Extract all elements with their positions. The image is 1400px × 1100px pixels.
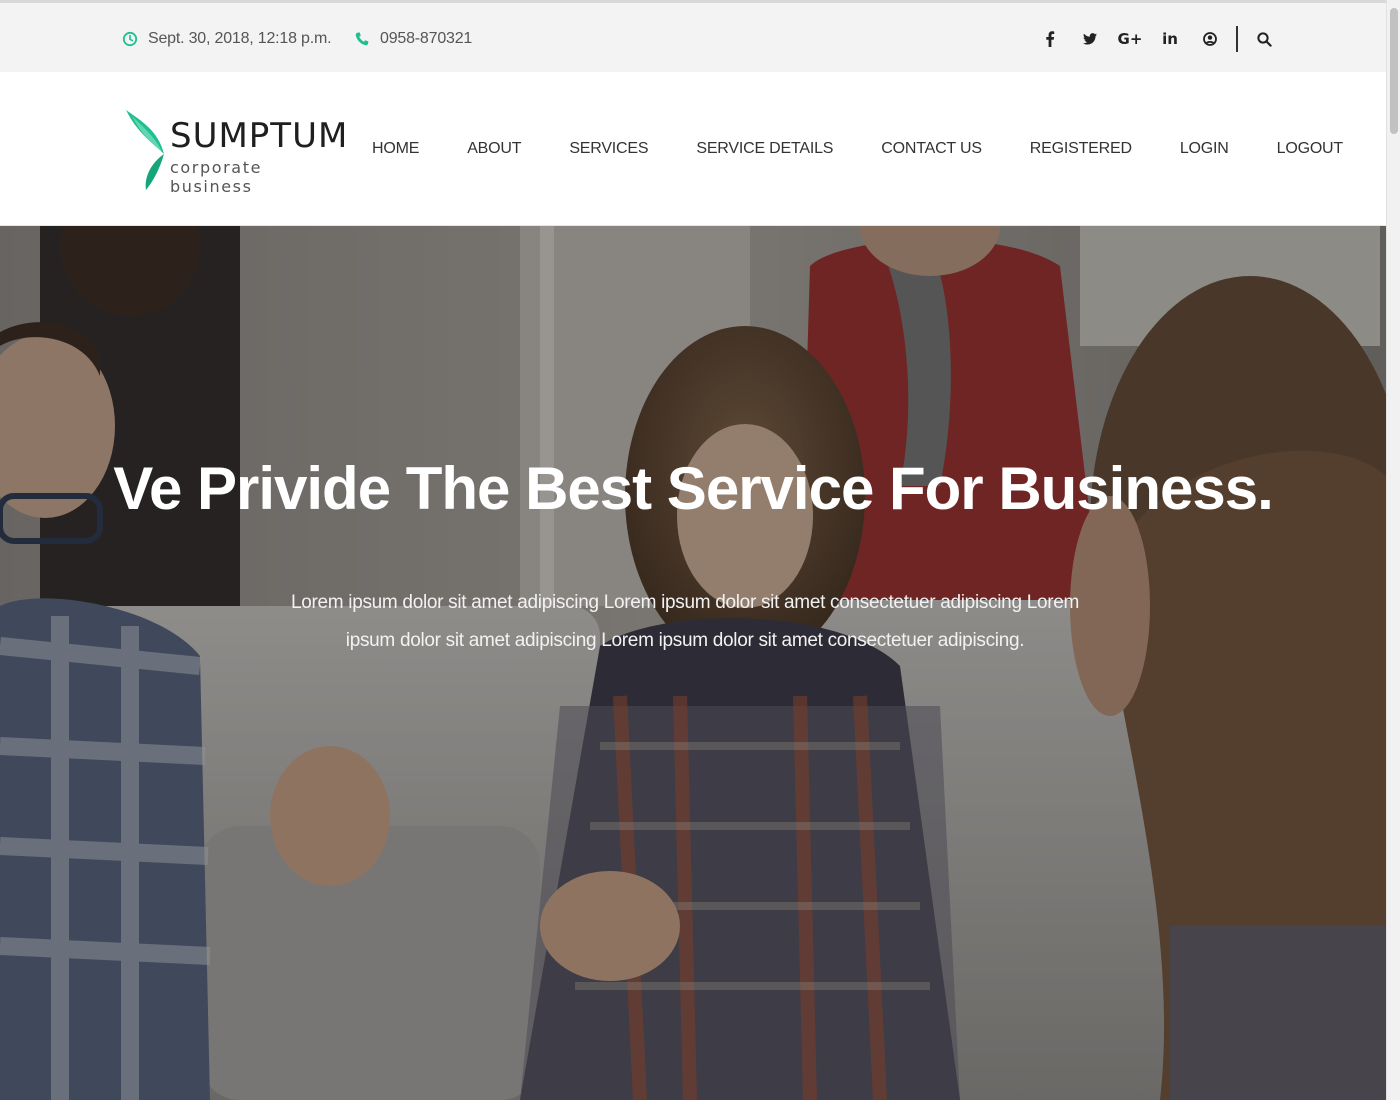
user-icon[interactable]	[1190, 3, 1230, 75]
nav-item-service-details[interactable]: SERVICE DETAILS	[672, 140, 857, 158]
search-icon[interactable]	[1244, 3, 1284, 75]
hero-title: Ve Privide The Best Service For Business…	[113, 455, 1274, 522]
site-logo[interactable]: SUMPTUM corporate business	[124, 110, 347, 196]
logo-leaf-icon	[126, 110, 164, 190]
main-nav: HOME ABOUT SERVICES SERVICE DETAILS CONT…	[348, 72, 1367, 226]
hero-banner: Ve Privide The Best Service For Business…	[0, 226, 1386, 1100]
datetime-text: Sept. 30, 2018, 12:18 p.m.	[148, 30, 332, 47]
twitter-icon[interactable]	[1070, 3, 1110, 75]
hero-overlay	[0, 226, 1386, 1100]
logo-title: SUMPTUM	[170, 116, 349, 156]
datetime-info: Sept. 30, 2018, 12:18 p.m.	[122, 3, 332, 75]
nav-item-home[interactable]: HOME	[348, 140, 443, 158]
phone-number[interactable]: 0958-870321	[380, 30, 472, 48]
logo-subtitle: corporate business	[170, 158, 263, 196]
site-header: SUMPTUM corporate business HOME ABOUT SE…	[0, 72, 1386, 226]
social-links: G+ in	[1030, 3, 1284, 75]
facebook-icon[interactable]	[1030, 3, 1070, 75]
nav-item-logout[interactable]: LOGOUT	[1253, 140, 1367, 158]
nav-item-login[interactable]: LOGIN	[1156, 140, 1253, 158]
nav-item-services[interactable]: SERVICES	[545, 140, 672, 158]
hero-description: Lorem ipsum dolor sit amet adipiscing Lo…	[290, 592, 1080, 651]
phone-info: 0958-870321	[354, 3, 472, 75]
clock-icon	[122, 31, 138, 47]
scrollbar-thumb[interactable]	[1390, 8, 1398, 134]
page-scrollbar[interactable]	[1386, 0, 1400, 1100]
nav-item-contact-us[interactable]: CONTACT US	[857, 140, 1006, 158]
phone-icon	[354, 31, 370, 47]
google-plus-icon[interactable]: G+	[1110, 3, 1150, 75]
top-info-bar: Sept. 30, 2018, 12:18 p.m. 0958-870321 G…	[0, 0, 1386, 72]
nav-item-registered[interactable]: REGISTERED	[1006, 140, 1156, 158]
nav-item-about[interactable]: ABOUT	[443, 140, 545, 158]
divider	[1236, 26, 1238, 52]
linkedin-icon[interactable]: in	[1150, 3, 1190, 75]
